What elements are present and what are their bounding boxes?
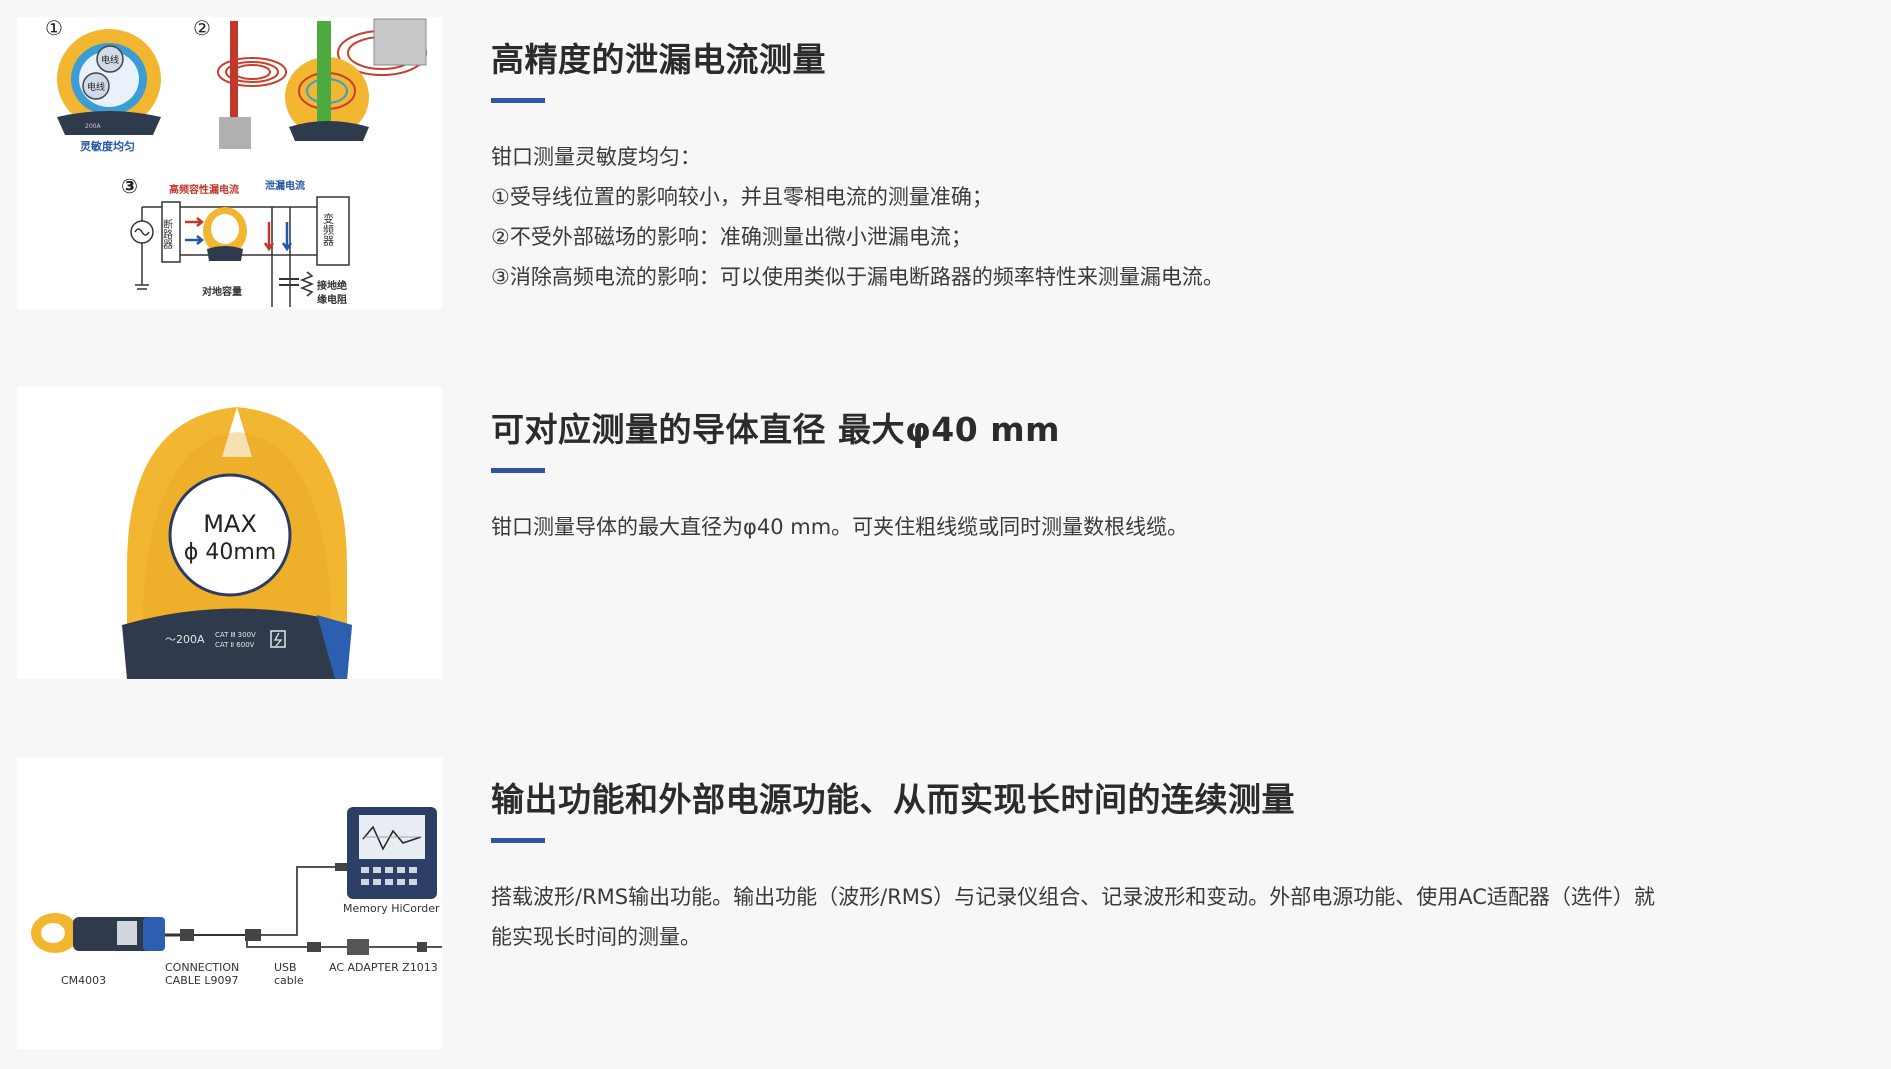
- cat-label-2: CAT Ⅱ 600V: [215, 641, 255, 649]
- feature-title: 高精度的泄漏电流测量: [491, 40, 826, 79]
- feature-description: 搭载波形/RMS输出功能。输出功能（波形/RMS）与记录仪组合、记录波形和变动。…: [491, 877, 1671, 957]
- meter-small-label: 200A: [85, 123, 101, 130]
- title-accent-bar: [491, 838, 545, 843]
- cable-label-1: CONNECTION: [165, 961, 239, 974]
- description-line: 钳口测量灵敏度均匀：: [491, 145, 701, 169]
- description-line: 钳口测量导体的最大直径为φ40 mm。可夹住粗线缆或同时测量数根线缆。: [491, 515, 1189, 539]
- marker-1-label: ①: [45, 17, 63, 40]
- marker-2-label: ②: [193, 17, 211, 40]
- max-label: MAX: [203, 510, 257, 538]
- feature-description: 钳口测量灵敏度均匀： ①受导线位置的影响较小，并且零相电流的测量准确； ②不受外…: [491, 137, 1224, 297]
- hf-leak-label: 高频容性漏电流: [169, 183, 239, 196]
- description-line: ②不受外部磁场的影响：准确测量出微小泄漏电流；: [491, 225, 972, 249]
- feature-list: ① 电线 电线 200A 灵敏度均匀 ② ③ 高频容性漏电流 泄漏电流 断路器 …: [0, 0, 1891, 1069]
- leakage-diagram-image: ① 电线 电线 200A 灵敏度均匀 ② ③ 高频容性漏电流 泄漏电流 断路器 …: [17, 17, 442, 309]
- connector-icon: [180, 929, 194, 941]
- description-line: ③消除高频电流的影响：可以使用类似于漏电断路器的频率特性来测量漏电流。: [491, 265, 1224, 289]
- ground-cap-label: 对地容量: [202, 285, 242, 298]
- meter-body-icon: [57, 111, 161, 135]
- green-conductor-icon: [317, 21, 331, 131]
- range-label: ～200A: [165, 633, 205, 646]
- feature-title: 可对应测量的导体直径 最大φ40 mm: [491, 410, 1060, 449]
- leak-arrow-icon: [185, 235, 205, 245]
- wire-a-label: 电线: [101, 54, 119, 66]
- feature-max-diameter: MAX ϕ 40mm ～200A CAT Ⅲ 300V CAT Ⅱ 600V 可…: [0, 387, 1891, 679]
- cable-label-2: CABLE L9097: [165, 974, 238, 987]
- leak-label: 泄漏电流: [265, 179, 305, 192]
- device-label: CM4003: [61, 974, 106, 987]
- feature-description: 钳口测量导体的最大直径为φ40 mm。可夹住粗线缆或同时测量数根线缆。: [491, 507, 1188, 547]
- hf-arrow-icon: [185, 217, 205, 227]
- description-line: 搭载波形/RMS输出功能。输出功能（波形/RMS）与记录仪组合、记录波形和变动。…: [491, 885, 1655, 949]
- ground-res-label-1: 接地绝: [317, 279, 347, 292]
- marker-3-label: ③: [121, 174, 138, 198]
- breaker-label: 断路器: [161, 218, 173, 250]
- output-connection-image: Memory HiCorder CM4003 CONNECTION CABLE …: [17, 757, 442, 1049]
- usb-label-1: USB: [274, 961, 297, 974]
- recorder-label: Memory HiCorder: [343, 902, 440, 915]
- adapter-label: AC ADAPTER Z1013: [329, 961, 438, 974]
- title-accent-bar: [491, 98, 545, 103]
- sensitivity-caption: 灵敏度均匀: [80, 139, 135, 153]
- resistor-icon: [299, 271, 315, 297]
- magnet-block-icon: [373, 18, 427, 66]
- feature-leakage-current: ① 电线 电线 200A 灵敏度均匀 ② ③ 高频容性漏电流 泄漏电流 断路器 …: [0, 17, 1891, 309]
- feature-output-power: Memory HiCorder CM4003 CONNECTION CABLE …: [0, 757, 1891, 1049]
- inverter-label: 变频器: [322, 212, 335, 247]
- description-line: ①受导线位置的影响较小，并且零相电流的测量准确；: [491, 185, 993, 209]
- clamp-diameter-image: MAX ϕ 40mm ～200A CAT Ⅲ 300V CAT Ⅱ 600V: [17, 387, 442, 679]
- ground-res-label-2: 缘电阻: [317, 293, 347, 306]
- ac-adapter-icon: [347, 939, 369, 955]
- usb-cable-icon: [246, 941, 307, 948]
- cat-label-1: CAT Ⅲ 300V: [215, 631, 256, 639]
- usb-label-2: cable: [274, 974, 304, 987]
- feature-title: 输出功能和外部电源功能、从而实现长时间的连续测量: [491, 780, 1295, 819]
- output-cable-icon: [261, 866, 337, 936]
- wire-b-label: 电线: [87, 81, 105, 93]
- title-accent-bar: [491, 468, 545, 473]
- diameter-label: ϕ 40mm: [184, 540, 276, 565]
